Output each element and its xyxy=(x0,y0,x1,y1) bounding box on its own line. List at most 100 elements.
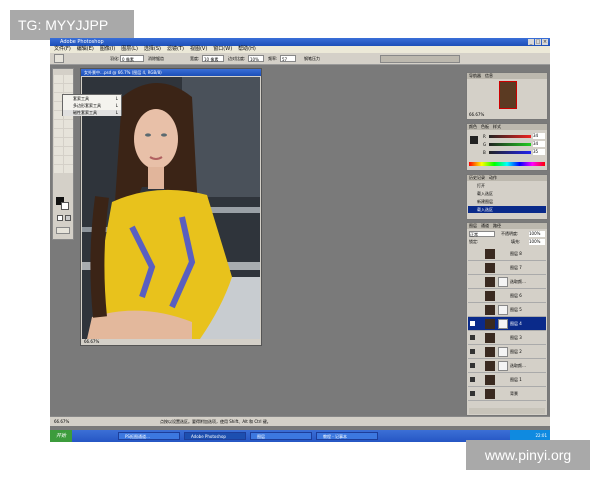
navigator-thumbnail[interactable] xyxy=(499,81,517,109)
blend-mode-select[interactable]: 正常 xyxy=(469,231,495,237)
menu-layer[interactable]: 图层(L) xyxy=(121,46,138,53)
layer-mask-icon[interactable] xyxy=(498,305,508,315)
magic-wand-icon[interactable] xyxy=(64,84,73,92)
menu-window[interactable]: 窗口(W) xyxy=(213,46,232,53)
standard-mode-icon[interactable] xyxy=(57,215,63,221)
eye-icon[interactable] xyxy=(470,363,475,368)
zoom-icon[interactable] xyxy=(64,165,73,173)
tab-navigator[interactable]: 导航器 xyxy=(469,73,481,79)
layer-row[interactable]: 背景 xyxy=(468,387,546,401)
notes-icon[interactable] xyxy=(54,156,63,164)
tab-styles[interactable]: 样式 xyxy=(493,124,501,130)
image-canvas[interactable] xyxy=(82,77,260,339)
feather-input[interactable]: 0 像素 xyxy=(120,55,144,62)
menu-help[interactable]: 帮助(H) xyxy=(238,46,256,53)
edge-contrast-input[interactable]: 10% xyxy=(248,55,264,62)
layer-row[interactable]: 图层 8 xyxy=(468,247,546,261)
blur-icon[interactable] xyxy=(54,129,63,137)
pen-icon[interactable] xyxy=(54,147,63,155)
polygonal-lasso-item[interactable]: 多边形套索工具 L xyxy=(63,103,121,109)
tab-actions[interactable]: 动作 xyxy=(489,175,497,181)
history-item-selected[interactable]: 载入选区 xyxy=(468,206,546,213)
hand-icon[interactable] xyxy=(54,165,63,173)
lasso-icon[interactable] xyxy=(54,54,64,63)
eye-icon[interactable] xyxy=(470,335,475,340)
eye-icon[interactable] xyxy=(470,293,475,298)
channel-g-value[interactable]: 34 xyxy=(533,141,545,147)
palette-well[interactable] xyxy=(380,55,460,63)
channel-b-value[interactable]: 35 xyxy=(533,149,545,155)
gradient-icon[interactable] xyxy=(64,120,73,128)
eye-icon[interactable] xyxy=(470,377,475,382)
antialias-checkbox[interactable]: 消除锯齿 xyxy=(148,56,164,62)
eye-icon[interactable] xyxy=(470,279,475,284)
tab-history[interactable]: 历史记录 xyxy=(469,175,485,181)
taskbar-button-layers[interactable]: 图层 xyxy=(250,432,312,440)
eye-icon[interactable] xyxy=(470,265,475,270)
eye-icon[interactable] xyxy=(470,321,475,326)
layer-row[interactable]: 图层 1 xyxy=(468,373,546,387)
history-item[interactable]: 打开 xyxy=(477,183,485,189)
background-color[interactable] xyxy=(61,202,69,210)
frequency-input[interactable]: 57 xyxy=(280,55,296,62)
dodge-icon[interactable] xyxy=(64,129,73,137)
screen-mode-icon[interactable] xyxy=(56,227,70,234)
layer-row[interactable]: 图层 7 xyxy=(468,261,546,275)
magnetic-lasso-item[interactable]: 磁性套索工具 L xyxy=(63,110,121,116)
tab-layers[interactable]: 图层 xyxy=(469,223,477,229)
layer-mask-icon[interactable] xyxy=(498,361,508,371)
tab-info[interactable]: 信息 xyxy=(485,73,493,79)
eye-icon[interactable] xyxy=(470,251,475,256)
history-item[interactable]: 载入选区 xyxy=(477,191,493,197)
lasso-tool-item[interactable]: 套索工具 L xyxy=(63,96,121,102)
eyedropper-icon[interactable] xyxy=(64,156,73,164)
layer-row[interactable]: 图层 3 xyxy=(468,331,546,345)
tab-paths[interactable]: 路径 xyxy=(493,223,501,229)
close-button[interactable]: × xyxy=(542,39,548,45)
layer-mask-icon[interactable] xyxy=(498,347,508,357)
color-ramp[interactable] xyxy=(469,162,545,166)
navigator-zoom[interactable]: 66.67% xyxy=(469,112,484,117)
width-input[interactable]: 10 像素 xyxy=(202,55,224,62)
menu-image[interactable]: 图像(I) xyxy=(100,46,115,53)
maximize-button[interactable]: □ xyxy=(535,39,541,45)
minimize-button[interactable]: _ xyxy=(528,39,534,45)
shape-icon[interactable] xyxy=(64,147,73,155)
menu-file[interactable]: 文件(F) xyxy=(54,46,71,53)
channel-r-slider[interactable] xyxy=(489,135,531,138)
eye-icon[interactable] xyxy=(470,349,475,354)
taskbar-button-browser[interactable]: PS抠图通道… xyxy=(118,432,180,440)
history-item[interactable]: 新建图层 xyxy=(477,199,493,205)
marquee-icon[interactable] xyxy=(54,75,63,83)
layer-row[interactable]: 图层 5 xyxy=(468,303,546,317)
channel-g-slider[interactable] xyxy=(489,143,531,146)
taskbar-button-photoshop[interactable]: Adobe Photoshop xyxy=(184,432,246,440)
tab-color[interactable]: 颜色 xyxy=(469,124,477,130)
start-button[interactable]: 开始 xyxy=(50,430,72,442)
layer-row[interactable]: 选取颜… xyxy=(468,275,546,289)
lasso-icon[interactable] xyxy=(54,84,63,92)
quickmask-mode-icon[interactable] xyxy=(65,215,71,221)
channel-r-value[interactable]: 34 xyxy=(533,133,545,139)
taskbar-button-notepad[interactable]: 教程 - 记事本 xyxy=(316,432,378,440)
layer-mask-icon[interactable] xyxy=(498,319,508,329)
opacity-input[interactable]: 100% xyxy=(529,231,545,237)
layer-row[interactable]: 图层 2 xyxy=(468,345,546,359)
layer-row[interactable]: 选取颜… xyxy=(468,359,546,373)
menu-filter[interactable]: 滤镜(T) xyxy=(167,46,184,53)
pen-pressure-checkbox[interactable]: 钢笔压力 xyxy=(304,56,320,62)
path-select-icon[interactable] xyxy=(54,138,63,146)
layer-mask-icon[interactable] xyxy=(498,277,508,287)
tab-swatches[interactable]: 色板 xyxy=(481,124,489,130)
fill-input[interactable]: 100% xyxy=(529,239,545,245)
tab-channels[interactable]: 通道 xyxy=(481,223,489,229)
layer-row[interactable]: 图层 4 xyxy=(468,317,546,331)
menu-edit[interactable]: 编辑(E) xyxy=(77,46,94,53)
type-icon[interactable] xyxy=(64,138,73,146)
eye-icon[interactable] xyxy=(470,307,475,312)
eye-icon[interactable] xyxy=(470,391,475,396)
color-foreground-swatch[interactable] xyxy=(470,136,478,144)
channel-b-slider[interactable] xyxy=(489,151,531,154)
eraser-icon[interactable] xyxy=(54,120,63,128)
menu-select[interactable]: 选择(S) xyxy=(144,46,161,53)
